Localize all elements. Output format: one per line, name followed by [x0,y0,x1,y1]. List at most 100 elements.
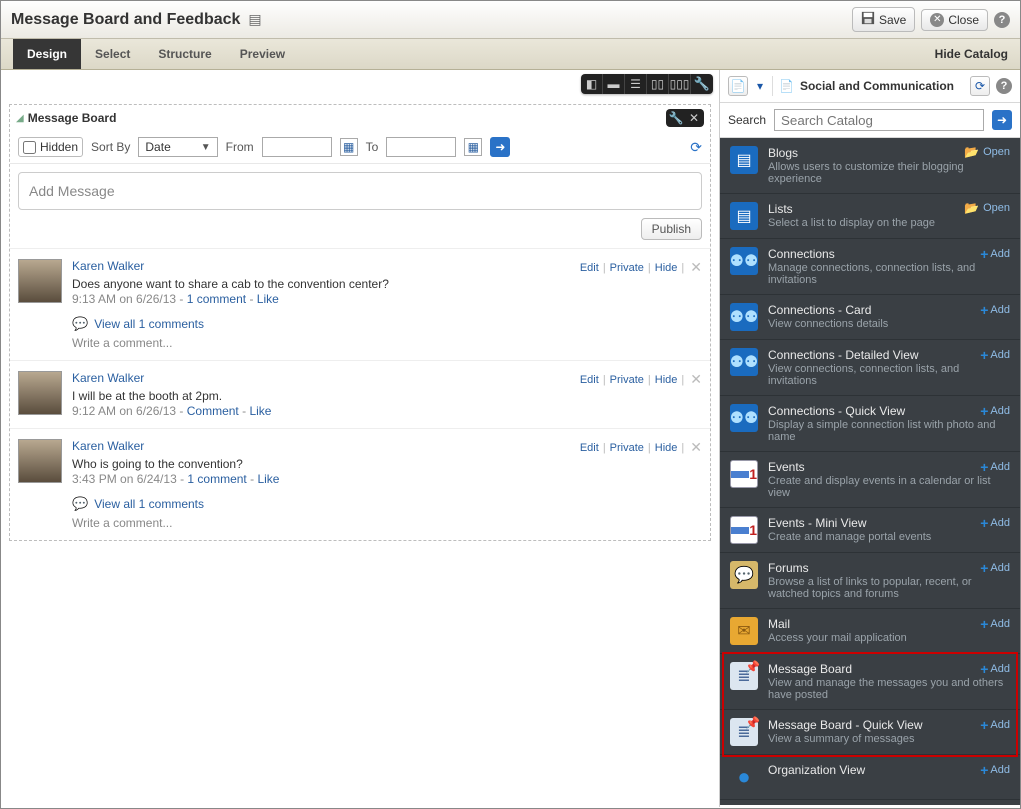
portlet-settings-icon[interactable]: 🔧 [667,110,685,126]
post-edit-link[interactable]: Edit [580,262,599,274]
catalog-help-icon[interactable]: ? [996,78,1012,94]
post-hide-link[interactable]: Hide [655,374,678,386]
post-author-link[interactable]: Karen Walker [72,259,144,273]
collapse-icon[interactable]: ◢ [16,113,24,124]
pin-icon: 📌 [745,660,760,674]
portlet-close-icon[interactable]: ✕ [685,110,703,126]
comment-count-link[interactable]: 1 comment [187,292,246,306]
post-author-link[interactable]: Karen Walker [72,371,144,385]
from-date-input[interactable] [262,137,332,157]
write-comment-input[interactable]: Write a comment... [72,516,702,530]
catalog-item-action[interactable]: +Add [980,616,1010,632]
catalog-up-button[interactable]: 📄 [728,76,748,96]
write-comment-input[interactable]: Write a comment... [72,336,702,350]
hidden-checkbox-input[interactable] [23,141,36,154]
catalog-item[interactable]: ⚉⚉ Connections - Card View connections d… [720,295,1020,340]
avatar[interactable] [18,371,62,415]
catalog-item-action[interactable]: +Add [980,661,1010,677]
like-link[interactable]: Like [257,292,279,306]
post-author-link[interactable]: Karen Walker [72,439,144,453]
post-hide-link[interactable]: Hide [655,262,678,274]
post-dismiss-icon[interactable]: ✕ [690,371,702,388]
hidden-checkbox[interactable]: Hidden [18,137,83,157]
post-private-link[interactable]: Private [610,442,644,454]
tab-select[interactable]: Select [81,39,144,69]
catalog-item-action[interactable]: +Add [980,246,1010,262]
catalog-item[interactable]: ⚉⚉ Connections Manage connections, conne… [720,239,1020,295]
post-dismiss-icon[interactable]: ✕ [690,439,702,456]
catalog-item[interactable]: ⚉⚉ Connections - Quick View Display a si… [720,396,1020,452]
hide-catalog-link[interactable]: Hide Catalog [935,47,1008,61]
tab-design[interactable]: Design [13,39,81,69]
page-header: Message Board and Feedback ▤ Save ✕ Clos… [1,1,1020,39]
catalog-item-action[interactable]: 📂Open [964,201,1010,215]
tab-structure[interactable]: Structure [144,39,225,69]
tab-preview[interactable]: Preview [226,39,299,69]
catalog-dropdown-icon[interactable]: ▾ [754,76,766,96]
layout-stack-icon[interactable]: ☰ [625,74,647,94]
close-button[interactable]: ✕ Close [921,9,988,31]
catalog-refresh-icon[interactable]: ⟳ [970,76,990,96]
post-private-link[interactable]: Private [610,374,644,386]
sortby-value: Date [145,140,170,154]
catalog-item-action[interactable]: +Add [980,717,1010,733]
people-icon: ⚉⚉ [730,247,758,275]
catalog-item[interactable]: ▤ Lists Select a list to display on the … [720,194,1020,239]
catalog-item[interactable]: ≣📌 Message Board View and manage the mes… [720,654,1020,710]
search-go-button[interactable]: ➜ [992,110,1012,130]
post-dismiss-icon[interactable]: ✕ [690,259,702,276]
post-edit-link[interactable]: Edit [580,374,599,386]
catalog-item[interactable]: 1 Events Create and display events in a … [720,452,1020,508]
catalog-item-action[interactable]: +Add [980,560,1010,576]
avatar[interactable] [18,439,62,483]
layout-col2-icon[interactable]: ▯▯ [647,74,669,94]
layout-single-icon[interactable]: ▬ [603,74,625,94]
to-calendar-icon[interactable]: ▦ [464,138,482,156]
view-comments-link[interactable]: 💬View all 1 comments [72,496,702,512]
search-input[interactable] [774,109,984,131]
filter-go-button[interactable]: ➜ [490,137,510,157]
comment-link[interactable]: Comment [187,404,239,418]
post-body: I will be at the booth at 2pm. [72,389,702,403]
catalog-item-action[interactable]: +Add [980,347,1010,363]
filter-bar: Hidden Sort By Date ▼ From ▦ To ▦ ➜ ⟳ [10,131,710,164]
page-title: Message Board and Feedback [11,11,240,29]
save-button[interactable]: Save [852,7,915,32]
catalog-item[interactable]: ⚉⚉ Connections - Detailed View View conn… [720,340,1020,396]
comment-count-link[interactable]: 1 comment [187,472,246,486]
post-body: Does anyone want to share a cab to the c… [72,277,702,291]
help-icon[interactable]: ? [994,12,1010,28]
catalog-item-action[interactable]: +Add [980,302,1010,318]
catalog-item[interactable]: ● Organization View +Add [720,755,1020,800]
refresh-icon[interactable]: ⟳ [690,139,702,156]
close-circle-icon: ✕ [930,13,944,27]
catalog-item[interactable]: 💬 Forums Browse a list of links to popul… [720,553,1020,609]
catalog-item[interactable]: 1 Events - Mini View Create and manage p… [720,508,1020,553]
wrench-icon[interactable]: 🔧 [691,74,713,94]
layout-toolbar: ◧ ▬ ☰ ▯▯ ▯▯▯ 🔧 [581,74,713,94]
layout-col3-icon[interactable]: ▯▯▯ [669,74,691,94]
catalog-item-action[interactable]: +Add [980,762,1010,778]
view-comments-link[interactable]: 💬View all 1 comments [72,316,702,332]
catalog-item[interactable]: ▤ Blogs Allows users to customize their … [720,138,1020,194]
catalog-item[interactable]: ≣📌 Message Board - Quick View View a sum… [720,710,1020,755]
add-message-input[interactable]: Add Message [18,172,702,210]
to-date-input[interactable] [386,137,456,157]
catalog-item-action[interactable]: 📂Open [964,145,1010,159]
catalog-item-action[interactable]: +Add [980,459,1010,475]
like-link[interactable]: Like [249,404,271,418]
catalog-item[interactable]: ✉ Mail Access your mail application +Add [720,609,1020,654]
post-hide-link[interactable]: Hide [655,442,678,454]
post-private-link[interactable]: Private [610,262,644,274]
publish-button[interactable]: Publish [641,218,702,240]
catalog-list[interactable]: ▤ Blogs Allows users to customize their … [720,138,1020,805]
mail-icon: ✉ [730,617,758,645]
sortby-select[interactable]: Date ▼ [138,137,217,157]
catalog-item-action[interactable]: +Add [980,403,1010,419]
post-edit-link[interactable]: Edit [580,442,599,454]
avatar[interactable] [18,259,62,303]
from-calendar-icon[interactable]: ▦ [340,138,358,156]
catalog-item-action[interactable]: +Add [980,515,1010,531]
like-link[interactable]: Like [257,472,279,486]
layout-half-icon[interactable]: ◧ [581,74,603,94]
